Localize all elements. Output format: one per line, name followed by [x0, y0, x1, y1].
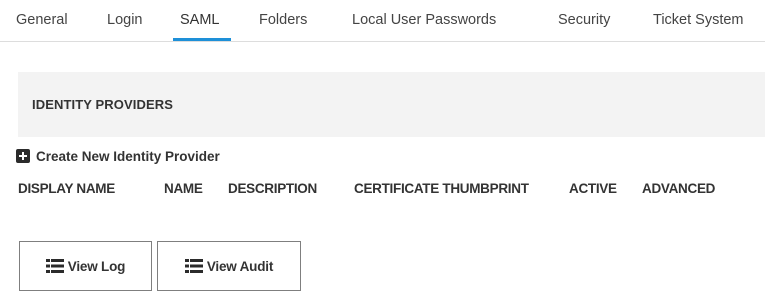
list-icon — [45, 259, 64, 273]
create-identity-provider-link[interactable]: Create New Identity Provider — [16, 147, 220, 165]
view-log-button[interactable]: View Log — [19, 241, 152, 291]
tab-local-user-passwords[interactable]: Local User Passwords — [352, 12, 496, 29]
column-header-display-name: DISPLAY NAME — [18, 181, 115, 196]
plus-square-icon — [16, 149, 30, 163]
column-header-active: ACTIVE — [569, 181, 617, 196]
tab-saml[interactable]: SAML — [180, 12, 220, 29]
tab-security[interactable]: Security — [558, 12, 610, 29]
view-audit-button[interactable]: View Audit — [157, 241, 301, 291]
create-identity-provider-label: Create New Identity Provider — [36, 148, 220, 164]
tab-folders[interactable]: Folders — [259, 12, 307, 29]
column-header-name: NAME — [164, 181, 203, 196]
identity-providers-header: IDENTITY PROVIDERS — [18, 72, 765, 137]
column-header-advanced: ADVANCED — [642, 181, 716, 196]
tab-general[interactable]: General — [16, 12, 68, 29]
settings-tab-bar: General Login SAML Folders Local User Pa… — [0, 0, 765, 42]
view-log-label: View Log — [67, 258, 126, 274]
tab-ticket-system[interactable]: Ticket System — [653, 12, 744, 29]
tab-login[interactable]: Login — [107, 12, 142, 29]
list-icon — [184, 259, 203, 273]
active-tab-indicator — [173, 38, 231, 41]
column-header-description: DESCRIPTION — [228, 181, 317, 196]
section-title: IDENTITY PROVIDERS — [32, 97, 173, 112]
column-header-certificate-thumbprint: CERTIFICATE THUMBPRINT — [354, 181, 529, 196]
view-audit-label: View Audit — [206, 258, 274, 274]
